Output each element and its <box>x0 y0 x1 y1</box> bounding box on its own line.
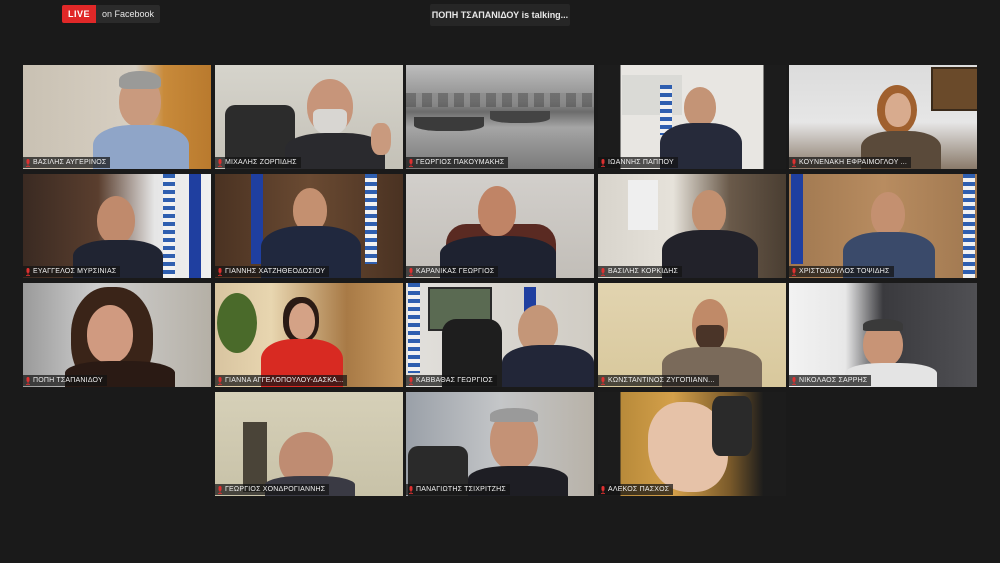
participant-tile[interactable]: ΓΙΑΝΝΑ ΑΓΓΕΛΟΠΟΥΛΟΥ-ΔΑΣΚΑ... <box>215 283 403 387</box>
name-tag: ΕΥΑΓΓΕΛΟΣ ΜΥΡΣΙΝΙΑΣ <box>23 266 121 277</box>
participant-name: ΕΥΑΓΓΕΛΟΣ ΜΥΡΣΙΝΙΑΣ <box>33 268 117 275</box>
name-tag: ΓΕΩΡΓΙΟΣ ΠΑΚΟΥΜΑΚΗΣ <box>406 157 509 168</box>
live-platform: on Facebook <box>96 5 161 23</box>
name-tag: ΚΩΝΣΤΑΝΤΙΝΟΣ ΖΥΓΟΠΙΑΝΝ... <box>598 375 719 386</box>
name-tag: ΜΙΧΑΛΗΣ ΖΟΡΠΙΔΗΣ <box>215 157 301 168</box>
microphone-muted-icon <box>598 375 608 386</box>
participant-name: ΧΡΙΣΤΟΔΟΥΛΟΣ ΤΟΨΙΔΗΣ <box>799 268 890 275</box>
name-tag: ΓΙΑΝΝΑ ΑΓΓΕΛΟΠΟΥΛΟΥ-ΔΑΣΚΑ... <box>215 375 348 386</box>
name-tag: ΧΡΙΣΤΟΔΟΥΛΟΣ ΤΟΨΙΔΗΣ <box>789 266 894 277</box>
participant-name: ΜΙΧΑΛΗΣ ΖΟΡΠΙΔΗΣ <box>225 159 297 166</box>
participant-tile[interactable]: ΝΙΚΟΛΑΟΣ ΣΑΡΡΗΣ <box>789 283 977 387</box>
participant-name: ΚΩΝΣΤΑΝΤΙΝΟΣ ΖΥΓΟΠΙΑΝΝ... <box>608 377 715 384</box>
participant-tile[interactable]: ΚΑΒΒΑΘΑΣ ΓΕΩΡΓΙΟΣ <box>406 283 594 387</box>
microphone-muted-icon <box>598 266 608 277</box>
participant-tile[interactable]: ΓΙΑΝΝΗΣ ΧΑΤΖΗΘΕΟΔΟΣΙΟΥ <box>215 174 403 278</box>
name-tag: ΑΛΕΚΟΣ ΠΑΣΧΟΣ <box>598 484 674 495</box>
participant-tile[interactable]: ΚΑΡΑΝΙΚΑΣ ΓΕΩΡΓΙΟΣ <box>406 174 594 278</box>
participant-name: ΚΑΒΒΑΘΑΣ ΓΕΩΡΓΙΟΣ <box>416 377 493 384</box>
participant-tile[interactable]: ΒΑΣΙΛΗΣ ΑΥΓΕΡΙΝΟΣ <box>23 65 211 169</box>
microphone-muted-icon <box>23 375 33 386</box>
participant-tile[interactable]: ΓΕΩΡΓΙΟΣ ΠΑΚΟΥΜΑΚΗΣ <box>406 65 594 169</box>
name-tag: ΙΩΑΝΝΗΣ ΠΑΠΠΟΥ <box>598 157 678 168</box>
participant-tile[interactable]: ΜΙΧΑΛΗΣ ΖΟΡΠΙΔΗΣ <box>215 65 403 169</box>
participant-tile-active-speaker[interactable]: ΠΟΠΗ ΤΣΑΠΑΝΙΔΟΥ <box>23 283 211 387</box>
participant-name: ΓΕΩΡΓΙΟΣ ΧΟΝΔΡΟΓΙΑΝΝΗΣ <box>225 486 326 493</box>
microphone-muted-icon <box>23 266 33 277</box>
name-tag: ΚΟΥΝΕΝΑΚΗ ΕΦΡΑΙΜΟΓΛΟΥ ... <box>789 157 912 168</box>
microphone-muted-icon <box>406 375 416 386</box>
microphone-muted-icon <box>215 157 225 168</box>
participant-tile[interactable]: ΓΕΩΡΓΙΟΣ ΧΟΝΔΡΟΓΙΑΝΝΗΣ <box>215 392 403 496</box>
microphone-muted-icon <box>789 157 799 168</box>
participant-name: ΓΕΩΡΓΙΟΣ ΠΑΚΟΥΜΑΚΗΣ <box>416 159 505 166</box>
name-tag: ΓΕΩΡΓΙΟΣ ΧΟΝΔΡΟΓΙΑΝΝΗΣ <box>215 484 330 495</box>
name-tag: ΒΑΣΙΛΗΣ ΚΟΡΚΙΔΗΣ <box>598 266 683 277</box>
microphone-muted-icon <box>789 266 799 277</box>
participant-name: ΙΩΑΝΝΗΣ ΠΑΠΠΟΥ <box>608 159 674 166</box>
name-tag: ΚΑΡΑΝΙΚΑΣ ΓΕΩΡΓΙΟΣ <box>406 266 499 277</box>
participant-name: ΑΛΕΚΟΣ ΠΑΣΧΟΣ <box>608 486 670 493</box>
name-tag: ΒΑΣΙΛΗΣ ΑΥΓΕΡΙΝΟΣ <box>23 157 111 168</box>
participant-tile[interactable]: ΚΟΥΝΕΝΑΚΗ ΕΦΡΑΙΜΟΓΛΟΥ ... <box>789 65 977 169</box>
microphone-muted-icon <box>215 266 225 277</box>
participant-name: ΝΙΚΟΛΑΟΣ ΣΑΡΡΗΣ <box>799 377 868 384</box>
name-tag: ΚΑΒΒΑΘΑΣ ΓΕΩΡΓΙΟΣ <box>406 375 497 386</box>
microphone-muted-icon <box>215 375 225 386</box>
name-tag: ΓΙΑΝΝΗΣ ΧΑΤΖΗΘΕΟΔΟΣΙΟΥ <box>215 266 330 277</box>
participant-tile[interactable]: ΑΛΕΚΟΣ ΠΑΣΧΟΣ <box>598 392 786 496</box>
participant-name: ΓΙΑΝΝΗΣ ΧΑΤΖΗΘΕΟΔΟΣΙΟΥ <box>225 268 326 275</box>
microphone-muted-icon <box>789 375 799 386</box>
participant-name: ΠΟΠΗ ΤΣΑΠΑΝΙΔΟΥ <box>33 377 103 384</box>
participant-name: ΒΑΣΙΛΗΣ ΚΟΡΚΙΔΗΣ <box>608 268 679 275</box>
name-tag: ΠΑΝΑΓΙΩΤΗΣ ΤΣΙΧΡΙΤΖΗΣ <box>406 484 510 495</box>
participant-name: ΒΑΣΙΛΗΣ ΑΥΓΕΡΙΝΟΣ <box>33 159 107 166</box>
participant-tile[interactable]: ΠΑΝΑΓΙΩΤΗΣ ΤΣΙΧΡΙΤΖΗΣ <box>406 392 594 496</box>
microphone-muted-icon <box>406 157 416 168</box>
participant-tile[interactable]: ΕΥΑΓΓΕΛΟΣ ΜΥΡΣΙΝΙΑΣ <box>23 174 211 278</box>
participant-name: ΚΟΥΝΕΝΑΚΗ ΕΦΡΑΙΜΟΓΛΟΥ ... <box>799 159 908 166</box>
live-badge: LIVE <box>62 5 97 23</box>
microphone-muted-icon <box>598 484 608 495</box>
participant-tile[interactable]: ΙΩΑΝΝΗΣ ΠΑΠΠΟΥ <box>598 65 786 169</box>
live-indicator[interactable]: LIVE on Facebook <box>62 5 161 23</box>
participant-name: ΓΙΑΝΝΑ ΑΓΓΕΛΟΠΟΥΛΟΥ-ΔΑΣΚΑ... <box>225 377 344 384</box>
name-tag: ΝΙΚΟΛΑΟΣ ΣΑΡΡΗΣ <box>789 375 872 386</box>
microphone-muted-icon <box>406 484 416 495</box>
participant-tile[interactable]: ΧΡΙΣΤΟΔΟΥΛΟΣ ΤΟΨΙΔΗΣ <box>789 174 977 278</box>
microphone-muted-icon <box>215 484 225 495</box>
participant-tile[interactable]: ΒΑΣΙΛΗΣ ΚΟΡΚΙΔΗΣ <box>598 174 786 278</box>
microphone-muted-icon <box>406 266 416 277</box>
microphone-muted-icon <box>23 157 33 168</box>
microphone-muted-icon <box>598 157 608 168</box>
name-tag: ΠΟΠΗ ΤΣΑΠΑΝΙΔΟΥ <box>23 375 107 386</box>
active-speaker-banner: ΠΟΠΗ ΤΣΑΠΑΝΙΔΟΥ is talking... <box>430 4 570 26</box>
participant-tile[interactable]: ΚΩΝΣΤΑΝΤΙΝΟΣ ΖΥΓΟΠΙΑΝΝ... <box>598 283 786 387</box>
participant-name: ΠΑΝΑΓΙΩΤΗΣ ΤΣΙΧΡΙΤΖΗΣ <box>416 486 506 493</box>
participant-name: ΚΑΡΑΝΙΚΑΣ ΓΕΩΡΓΙΟΣ <box>416 268 495 275</box>
